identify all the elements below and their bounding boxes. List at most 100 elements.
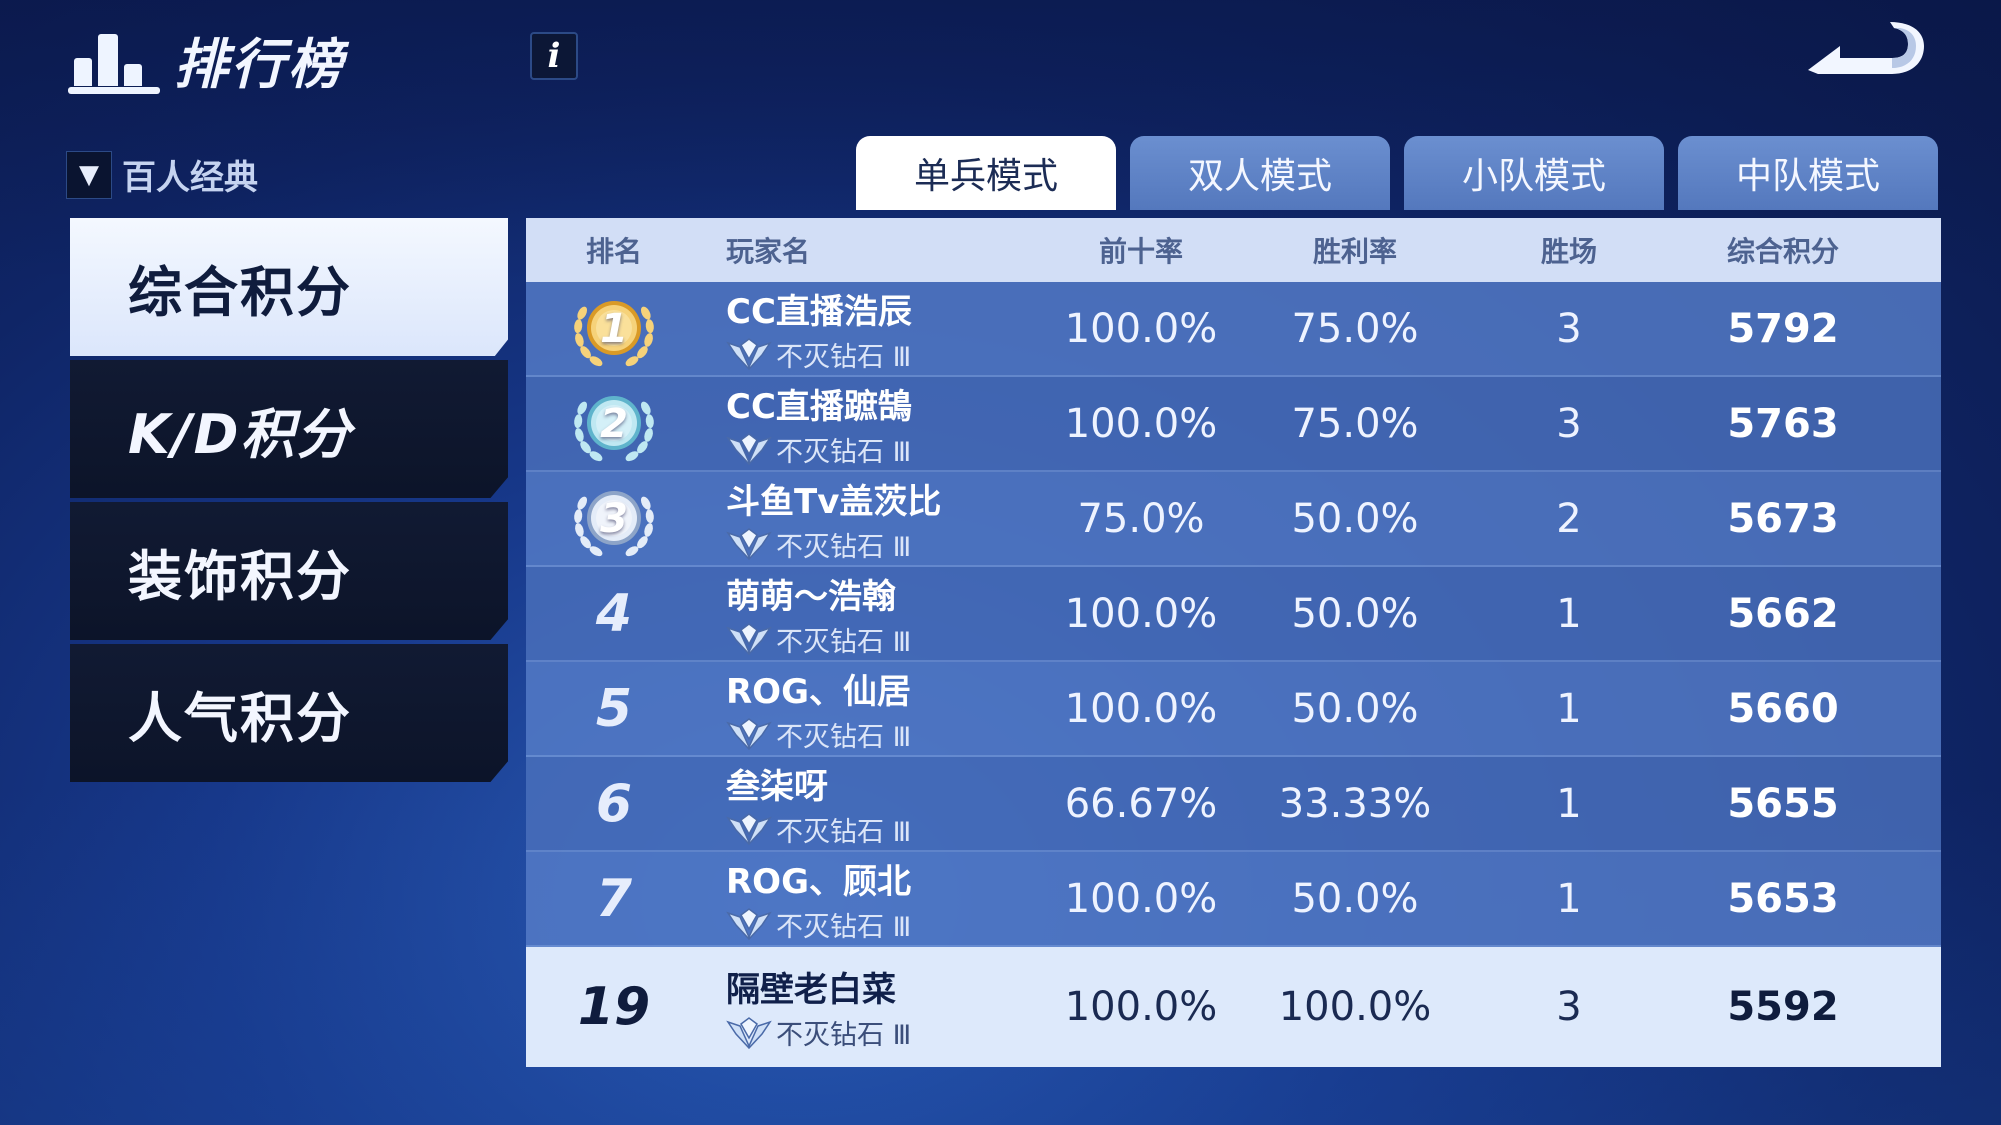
mode-tabs: 单兵模式 双人模式 小队模式 中队模式 <box>856 136 1952 210</box>
mode-selector[interactable]: ▼ 百人经典 <box>66 150 258 199</box>
tier-label: 不灭钻石 Ⅲ <box>776 1020 912 1051</box>
diamond-tier-icon <box>726 813 772 846</box>
top10-rate: 100.0% <box>1064 875 1218 922</box>
player-name: ROG、仙居 <box>726 671 911 712</box>
rank-cell: 2 <box>526 381 702 467</box>
page-header: 排行榜 <box>68 22 345 96</box>
mode-label: 百人经典 <box>122 158 258 198</box>
info-button[interactable]: i <box>530 32 578 80</box>
tier-label: 不灭钻石 Ⅲ <box>776 626 912 658</box>
table-row[interactable]: 6 叁柒呀 不灭钻石 Ⅲ 66.67% 33.33% 1 5655 <box>526 757 1941 852</box>
player-name: CC直播浩辰 <box>726 291 912 332</box>
menu-item-kd[interactable]: K/D积分 <box>70 360 508 498</box>
wins: 1 <box>1556 780 1582 827</box>
win-rate: 50.0% <box>1291 685 1419 732</box>
tab-duo[interactable]: 双人模式 <box>1130 136 1390 210</box>
win-rate: 75.0% <box>1291 305 1419 352</box>
player-tier: 不灭钻石 Ⅲ <box>726 620 1042 659</box>
player-cell: ROG、顾北不灭钻石 Ⅲ <box>702 854 1042 944</box>
table-row[interactable]: 2 CC直播蹠鵠 不灭钻石 Ⅲ 100.0% 75.0% 3 5763 <box>526 377 1941 472</box>
table-row[interactable]: 7 ROG、顾北 不灭钻石 Ⅲ 100.0% 50.0% 1 5653 <box>526 852 1941 947</box>
table-row[interactable]: 1 CC直播浩辰 不灭钻石 Ⅲ 100.0% 75.0% 3 5792 <box>526 282 1941 377</box>
total-score: 5662 <box>1727 590 1839 637</box>
total-score: 5792 <box>1727 305 1839 352</box>
win-rate: 50.0% <box>1291 875 1419 922</box>
rank-medal-icon: 3 <box>566 476 662 562</box>
tier-label: 不灭钻石 Ⅲ <box>776 911 912 943</box>
dropdown-arrow-icon[interactable]: ▼ <box>66 150 112 199</box>
menu-item-decoration[interactable]: 装饰积分 <box>70 502 508 640</box>
leaderboard-table: 排名 玩家名 前十率 胜利率 胜场 综合积分 1 CC直播浩辰 不灭钻石 Ⅲ 100.… <box>526 218 1941 1067</box>
player-name: 隔壁老白菜 <box>726 970 896 1010</box>
rank-cell: 4 <box>526 584 702 644</box>
tab-solo[interactable]: 单兵模式 <box>856 136 1116 210</box>
top10-rate: 100.0% <box>1064 400 1218 447</box>
player-cell: 斗鱼Tv盖茨比不灭钻石 Ⅲ <box>702 474 1042 564</box>
rank-medal-icon: 2 <box>566 381 662 467</box>
tier-label: 不灭钻石 Ⅲ <box>776 341 912 373</box>
player-tier: 不灭钻石 Ⅲ <box>726 810 1042 849</box>
tab-squad[interactable]: 小队模式 <box>1404 136 1664 210</box>
wins: 3 <box>1556 305 1582 352</box>
win-rate: 100.0% <box>1278 984 1432 1030</box>
win-rate: 50.0% <box>1291 590 1419 637</box>
tier-label: 不灭钻石 Ⅲ <box>776 721 912 753</box>
leaderboard-icon <box>68 24 160 94</box>
player-tier: 不灭钻石 Ⅲ <box>726 715 1042 754</box>
diamond-tier-icon <box>726 1016 772 1049</box>
player-cell: 叁柒呀 不灭钻石 Ⅲ <box>702 759 1042 849</box>
col-winrate: 胜利率 <box>1312 235 1397 268</box>
rank-number: 6 <box>595 773 633 834</box>
total-score: 5655 <box>1727 780 1839 827</box>
table-header: 排名 玩家名 前十率 胜利率 胜场 综合积分 <box>526 218 1941 282</box>
diamond-tier-icon <box>726 623 772 656</box>
player-tier: 不灭钻石 Ⅲ <box>726 525 1042 564</box>
col-player: 玩家名 <box>726 235 811 268</box>
wins: 2 <box>1556 495 1582 542</box>
col-wins: 胜场 <box>1540 235 1597 268</box>
player-tier: 不灭钻石 Ⅲ <box>726 335 1042 374</box>
rank-cell: 7 <box>526 869 702 929</box>
player-tier: 不灭钻石 Ⅲ <box>726 905 1042 944</box>
win-rate: 50.0% <box>1291 495 1419 542</box>
menu-item-overall[interactable]: 综合积分 <box>70 218 508 356</box>
top10-rate: 100.0% <box>1064 685 1218 732</box>
table-row[interactable]: 3 斗鱼Tv盖茨比 不灭钻石 Ⅲ 75.0% 50.0% 2 5673 <box>526 472 1941 567</box>
rank-number: 2 <box>600 400 628 447</box>
rank-cell: 3 <box>526 476 702 562</box>
tier-label: 不灭钻石 Ⅲ <box>776 816 912 848</box>
col-rank: 排名 <box>585 235 642 268</box>
player-name: ROG、顾北 <box>726 861 911 902</box>
top10-rate: 100.0% <box>1064 590 1218 637</box>
rank-number: 3 <box>600 495 628 542</box>
my-rank-row[interactable]: 19 隔壁老白菜 不灭钻石 Ⅲ 100.0% 100.0% 3 5592 <box>526 947 1941 1067</box>
win-rate: 75.0% <box>1291 400 1419 447</box>
diamond-tier-icon <box>726 718 772 751</box>
player-cell: CC直播浩辰不灭钻石 Ⅲ <box>702 284 1042 374</box>
menu-item-popularity[interactable]: 人气积分 <box>70 644 508 782</box>
rank-cell: 5 <box>526 679 702 739</box>
table-row[interactable]: 5 ROG、仙居 不灭钻石 Ⅲ 100.0% 50.0% 1 5660 <box>526 662 1941 757</box>
rank-cell: 6 <box>526 774 702 834</box>
wins: 3 <box>1556 400 1582 447</box>
wins: 1 <box>1556 685 1582 732</box>
diamond-tier-icon <box>726 338 772 371</box>
tier-label: 不灭钻石 Ⅲ <box>776 436 912 468</box>
back-button[interactable] <box>1800 18 1930 82</box>
top10-rate: 100.0% <box>1064 305 1218 352</box>
table-row[interactable]: 4 萌萌～浩翰不灭钻石 Ⅲ 100.0% 50.0% 1 5662 <box>526 567 1941 662</box>
rank-cell: 1 <box>526 286 702 372</box>
col-top10: 前十率 <box>1098 235 1183 268</box>
rank-number: 5 <box>595 678 633 739</box>
category-menu: 综合积分 K/D积分 装饰积分 人气积分 <box>70 218 508 786</box>
top10-rate: 100.0% <box>1064 984 1218 1030</box>
rank-number: 4 <box>595 583 633 644</box>
wins: 1 <box>1556 590 1582 637</box>
top10-rate: 66.67% <box>1064 780 1218 827</box>
total-score: 5592 <box>1727 984 1839 1030</box>
player-name: 萌萌～浩翰 <box>726 576 896 617</box>
tab-team[interactable]: 中队模式 <box>1678 136 1938 210</box>
tier-label: 不灭钻石 Ⅲ <box>776 531 912 563</box>
back-arrow-icon <box>1808 22 1924 74</box>
player-name: 斗鱼Tv盖茨比 <box>726 481 942 522</box>
